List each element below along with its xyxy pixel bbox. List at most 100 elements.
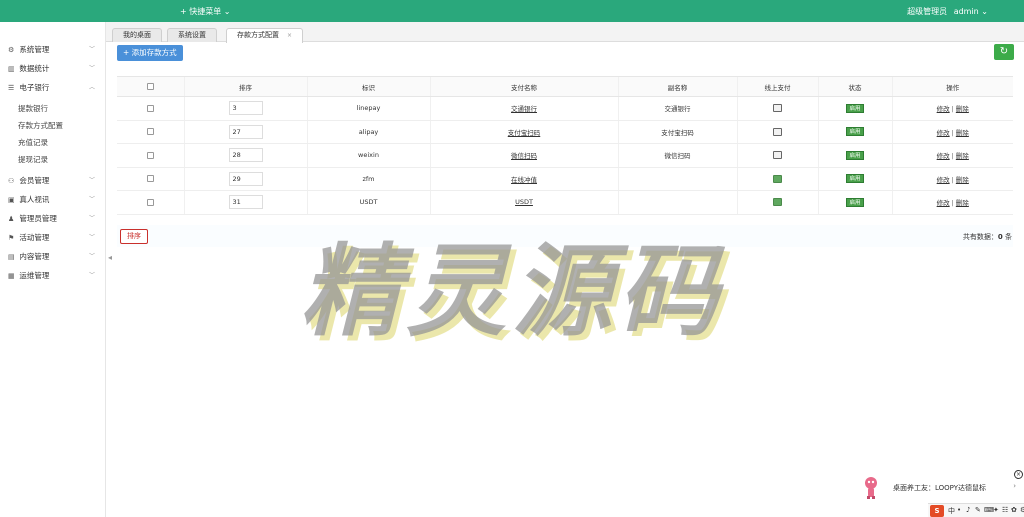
status-badge[interactable]: 启用 [846, 197, 864, 207]
sidebar-item[interactable]: ▥ 数据统计 ﹀ [0, 59, 105, 78]
close-icon[interactable]: × [287, 32, 292, 39]
delete-link[interactable]: 删除 [956, 152, 969, 160]
subname-cell: 交通银行 [617, 96, 737, 121]
ime-tool-icon[interactable]: ✦ [993, 506, 999, 514]
sort-cell: 3 [183, 96, 307, 121]
chevron-down-icon: ﹀ [88, 215, 95, 222]
subname-cell: 支付宝扫码 [617, 120, 737, 144]
status-badge[interactable]: 启用 [846, 103, 864, 113]
payment-name-link[interactable]: 交通银行 [511, 105, 537, 113]
tab-bar: 我的桌面 系统设置 存款方式配置 × [106, 22, 1024, 43]
sort-input[interactable]: 28 [228, 148, 263, 163]
online-toggle-icon[interactable] [773, 174, 782, 183]
ime-tool-icon[interactable]: 中 [948, 506, 955, 516]
delete-link[interactable]: 删除 [956, 199, 969, 207]
edit-link[interactable]: 修改 [937, 199, 950, 207]
online-toggle-icon[interactable] [773, 127, 782, 136]
ops-cell: 修改 | 删除 [891, 167, 1013, 191]
row-checkbox[interactable] [146, 175, 154, 183]
tab-my-desktop[interactable]: 我的桌面 [112, 28, 162, 42]
ime-tool-icon[interactable]: ♪ [966, 506, 970, 514]
ops-cell: 修改 | 删除 [891, 120, 1013, 144]
sidebar-item[interactable]: ▤ 内容管理 ﹀ [0, 247, 105, 266]
sort-cell: 27 [183, 120, 307, 144]
sidebar-item-label: 真人视讯 [19, 195, 50, 204]
table-row: 28 weixin 微信扫码 微信扫码 启用 修改 | 删除 [117, 143, 1013, 168]
chevron-right-icon[interactable]: › [1013, 482, 1016, 490]
delete-link[interactable]: 删除 [956, 105, 969, 113]
sidebar-subitem[interactable]: 充值记录 [0, 134, 105, 151]
status-badge[interactable]: 启用 [846, 127, 864, 137]
row-checkbox[interactable] [146, 128, 154, 136]
sort-input[interactable]: 29 [228, 171, 263, 186]
tab-system-settings[interactable]: 系统设置 [167, 28, 217, 42]
sidebar-item-label: 电子银行 [19, 83, 50, 92]
edit-link[interactable]: 修改 [937, 152, 950, 160]
ime-tool-icon[interactable]: ✿ [1011, 506, 1017, 514]
edit-link[interactable]: 修改 [937, 105, 950, 113]
sidebar-subitem[interactable]: 存款方式配置 [0, 117, 105, 134]
ops-separator: | [951, 105, 954, 114]
ime-tool-icon[interactable]: • [957, 506, 961, 514]
row-checkbox[interactable] [146, 104, 154, 112]
code-cell: linepay [306, 96, 430, 121]
sort-input[interactable]: 27 [228, 124, 263, 139]
sidebar-item[interactable]: ▣ 真人视讯 ﹀ [0, 190, 105, 209]
sort-input[interactable]: 31 [228, 195, 263, 210]
subname-cell [617, 190, 737, 215]
select-cell [117, 143, 184, 168]
user-menu[interactable]: 超级管理员 admin ⌄ [907, 6, 988, 17]
row-checkbox[interactable] [146, 198, 154, 206]
table-body: 3 linepay 交通银行 交通银行 启用 修改 | 删除 27 alipay 支… [117, 96, 1013, 215]
status-badge[interactable]: 启用 [846, 150, 864, 160]
online-toggle-icon[interactable] [773, 151, 782, 160]
ime-tool-icon[interactable]: ⚙ [1020, 506, 1024, 514]
status-badge[interactable]: 启用 [846, 174, 864, 184]
add-deposit-method-button[interactable]: + 添加存款方式 [117, 45, 183, 61]
online-cell [736, 96, 818, 121]
sort-cell: 28 [183, 143, 307, 168]
online-toggle-icon[interactable] [773, 198, 782, 207]
top-bar: + 快捷菜单 ⌄ 超级管理员 admin ⌄ [0, 0, 1024, 22]
delete-link[interactable]: 删除 [956, 129, 969, 137]
ime-tool-icon[interactable]: ✎ [975, 506, 981, 514]
edit-link[interactable]: 修改 [937, 129, 950, 137]
online-toggle-icon[interactable] [773, 104, 782, 113]
sidebar-item-label: 会员管理 [19, 176, 50, 185]
code-cell: USDT [306, 190, 430, 215]
sort-button[interactable]: 排序 [120, 229, 148, 244]
sidebar-item[interactable]: ⚙ 系统管理 ﹀ [0, 40, 105, 59]
edit-link[interactable]: 修改 [937, 176, 950, 184]
bank-icon: ☰ [8, 84, 15, 92]
chevron-down-icon: ﹀ [88, 46, 95, 53]
sidebar-subitem[interactable]: 提现记录 [0, 151, 105, 168]
payment-name-link[interactable]: 支付宝扫码 [508, 129, 541, 137]
ime-tip-banner[interactable]: 桌面养工友：LOOPY达德鼠标 › [862, 476, 1024, 499]
sidebar-item[interactable]: ☰ 电子银行 ︿ [0, 78, 105, 97]
sidebar-item[interactable]: ▦ 运维管理 ﹀ [0, 266, 105, 285]
column-header: 排序 [183, 76, 307, 97]
sidebar-item[interactable]: ⚇ 会员管理 ﹀ [0, 171, 105, 190]
sidebar-item-label: 数据统计 [19, 64, 50, 73]
payment-name-link[interactable]: USDT [515, 198, 533, 206]
payment-name-link[interactable]: 微信扫码 [511, 152, 537, 160]
online-cell [736, 190, 818, 215]
tab-deposit-config[interactable]: 存款方式配置 × [226, 28, 304, 43]
main-content: + 添加存款方式 ↻ 排序 标识 支付名称 副名称 线上支付 状态 操作 3 l… [106, 43, 1024, 517]
refresh-icon[interactable]: ↻ [994, 44, 1014, 60]
delete-link[interactable]: 删除 [956, 176, 969, 184]
select-all-checkbox[interactable] [146, 83, 154, 90]
member-icon: ⚇ [8, 177, 15, 185]
sidebar-item[interactable]: ⚑ 活动管理 ﹀ [0, 228, 105, 247]
sort-input[interactable]: 3 [228, 101, 263, 116]
sort-cell: 29 [183, 167, 307, 191]
row-checkbox[interactable] [146, 151, 154, 159]
ime-tool-icon[interactable]: ☷ [1002, 506, 1008, 514]
sidebar-item[interactable]: ♟ 管理员管理 ﹀ [0, 209, 105, 228]
username-label[interactable]: admin ⌄ [954, 7, 988, 16]
chevron-down-icon: ﹀ [88, 253, 95, 260]
payment-name-link[interactable]: 在线冲值 [511, 176, 537, 184]
quick-menu-button[interactable]: + 快捷菜单 ⌄ [180, 6, 231, 17]
ime-logo-icon[interactable]: S [930, 505, 944, 517]
sidebar-subitem[interactable]: 提款银行 [0, 100, 105, 117]
